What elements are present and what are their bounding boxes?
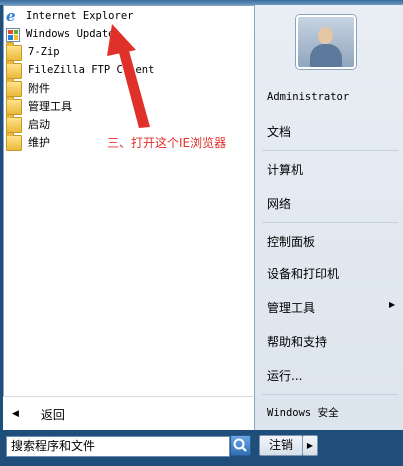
search-bar: 搜索程序和文件 注销 ▶ [0, 430, 403, 466]
devices-printers-link[interactable]: 设备和打印机 [267, 265, 339, 282]
separator [262, 150, 398, 151]
run-link[interactable]: 运行... [267, 367, 302, 384]
search-input[interactable]: 搜索程序和文件 [6, 436, 230, 457]
back-label: 返回 [40, 407, 65, 422]
magnifier-icon [233, 438, 247, 452]
help-support-link[interactable]: 帮助和支持 [267, 333, 327, 350]
computer-link[interactable]: 计算机 [267, 161, 303, 178]
back-arrow-icon: ◀ [12, 409, 19, 419]
back-button[interactable]: ◀ 返回 [3, 396, 253, 431]
user-avatar[interactable] [296, 15, 356, 69]
user-name-link[interactable]: Administrator [267, 91, 349, 103]
annotation-text: 三、打开这个IE浏览器 [107, 136, 227, 150]
control-panel-link[interactable]: 控制面板 [267, 233, 315, 250]
network-link[interactable]: 网络 [267, 195, 291, 212]
search-button[interactable] [230, 435, 251, 456]
shutdown-options-arrow[interactable]: ▶ [302, 435, 318, 456]
admin-tools-link[interactable]: 管理工具 [267, 299, 315, 316]
separator [262, 222, 398, 223]
documents-link[interactable]: 文档 [267, 123, 291, 140]
logoff-button[interactable]: 注销 [259, 435, 303, 456]
submenu-arrow-icon: ▶ [389, 300, 396, 309]
separator [262, 394, 398, 395]
windows-security-link[interactable]: Windows 安全 [267, 405, 339, 420]
